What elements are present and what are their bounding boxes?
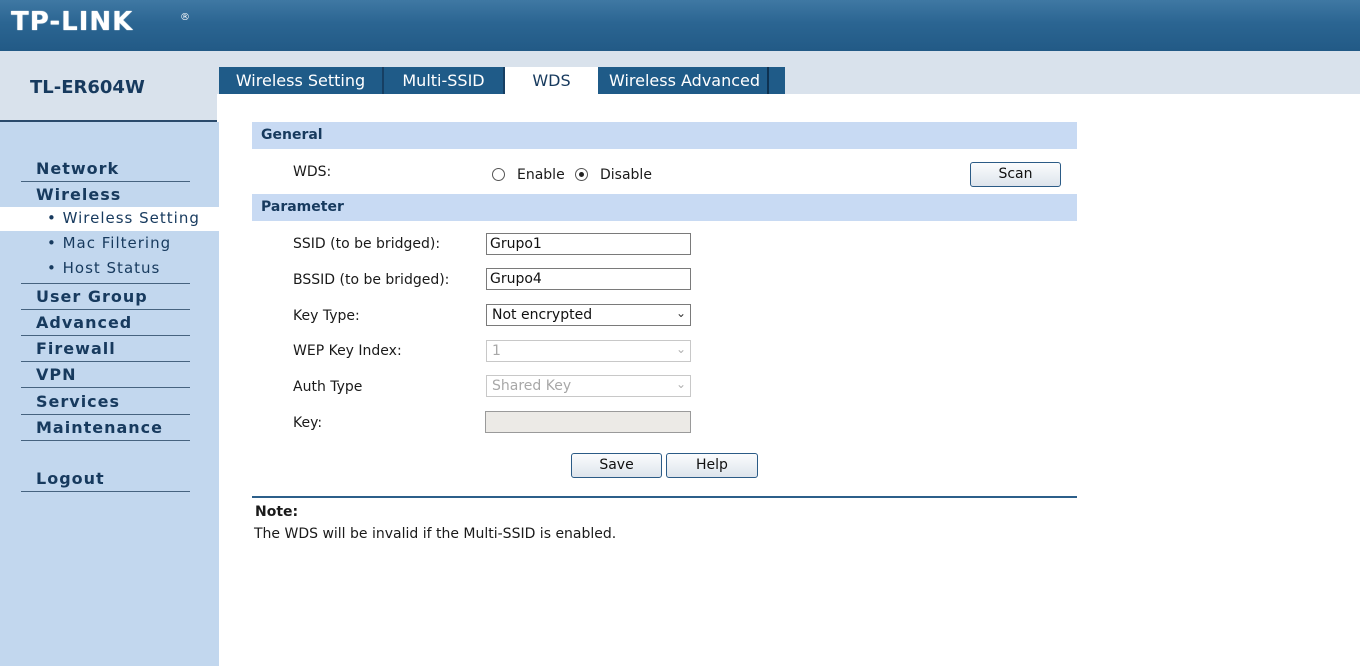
chevron-down-icon: ⌄ — [675, 377, 686, 391]
save-button[interactable]: Save — [571, 453, 662, 478]
sidebar-subitem-mac-filtering[interactable]: • Mac Filtering — [0, 232, 219, 256]
note-divider — [252, 496, 1077, 498]
chevron-down-icon: ⌄ — [675, 306, 686, 320]
ssid-label: SSID (to be bridged): — [293, 236, 441, 252]
sidebar-item-wireless[interactable]: Wireless — [21, 182, 190, 208]
sidebar-item-network[interactable]: Network — [21, 156, 190, 182]
key-type-select[interactable]: Not encrypted ⌄ — [486, 304, 691, 326]
top-banner: TP-LINK ® — [0, 0, 1360, 51]
sidebar-item-user-group[interactable]: User Group — [21, 283, 190, 310]
sidebar-item-label: Services — [36, 392, 121, 411]
section-title: Parameter — [261, 199, 344, 215]
sidebar-item-label: Logout — [36, 469, 105, 488]
wep-key-index-select[interactable]: 1 ⌄ — [486, 340, 691, 362]
sidebar-subitem-label: • Mac Filtering — [47, 234, 172, 252]
sidebar-item-label: Maintenance — [36, 418, 164, 437]
sidebar-subitem-wireless-setting[interactable]: • Wireless Setting — [0, 207, 219, 231]
sidebar-item-logout[interactable]: Logout — [21, 466, 190, 492]
tab-wireless-setting[interactable]: Wireless Setting — [219, 67, 384, 94]
registered-mark: ® — [180, 12, 190, 23]
sidebar-item-advanced[interactable]: Advanced — [21, 310, 190, 336]
sidebar-item-label: VPN — [36, 365, 77, 384]
section-parameter-header: Parameter — [252, 194, 1077, 221]
key-type-value: Not encrypted — [492, 307, 593, 323]
wep-key-index-value: 1 — [492, 343, 501, 359]
tab-wds[interactable]: WDS — [505, 67, 598, 96]
tab-multi-ssid[interactable]: Multi-SSID — [384, 67, 505, 94]
wds-disable-radio[interactable] — [575, 168, 588, 181]
key-label: Key: — [293, 415, 323, 431]
sidebar-item-label: Firewall — [36, 339, 116, 358]
model-name: TL-ER604W — [30, 77, 145, 98]
note-text: The WDS will be invalid if the Multi-SSI… — [254, 526, 617, 542]
section-general-header: General — [252, 122, 1077, 149]
wds-enable-label[interactable]: Enable — [517, 167, 565, 183]
bssid-label: BSSID (to be bridged): — [293, 272, 450, 288]
sidebar-subitem-label: • Host Status — [47, 259, 161, 277]
note-title: Note: — [255, 504, 299, 520]
sidebar-subitem-label: • Wireless Setting — [47, 209, 200, 227]
wep-key-index-label: WEP Key Index: — [293, 343, 402, 359]
sidebar-item-services[interactable]: Services — [21, 389, 190, 415]
scan-button[interactable]: Scan — [970, 162, 1061, 187]
bssid-input[interactable]: Grupo4 — [486, 268, 691, 290]
sidebar-item-label: Advanced — [36, 313, 133, 332]
sidebar-item-firewall[interactable]: Firewall — [21, 336, 190, 362]
wds-enable-radio[interactable] — [492, 168, 505, 181]
sidebar-item-label: Wireless — [36, 185, 122, 204]
sidebar-item-maintenance[interactable]: Maintenance — [21, 415, 190, 441]
sidebar-item-vpn[interactable]: VPN — [21, 362, 190, 388]
sidebar-subitem-host-status[interactable]: • Host Status — [0, 257, 219, 281]
ssid-input[interactable]: Grupo1 — [486, 233, 691, 255]
tab-bar-end — [767, 67, 769, 94]
key-input[interactable] — [485, 411, 691, 433]
auth-type-value: Shared Key — [492, 378, 572, 394]
auth-type-label: Auth Type — [293, 379, 363, 395]
sidebar-item-label: Network — [36, 159, 120, 178]
tp-link-logo: TP-LINK — [11, 7, 134, 37]
wds-disable-label[interactable]: Disable — [600, 167, 652, 183]
tab-wireless-advanced[interactable]: Wireless Advanced — [600, 67, 769, 94]
key-type-label: Key Type: — [293, 308, 360, 324]
sidebar: Network Wireless • Wireless Setting • Ma… — [0, 122, 219, 666]
section-title: General — [261, 127, 323, 143]
help-button[interactable]: Help — [666, 453, 758, 478]
auth-type-select[interactable]: Shared Key ⌄ — [486, 375, 691, 397]
chevron-down-icon: ⌄ — [675, 342, 686, 356]
sidebar-item-label: User Group — [36, 287, 148, 306]
wds-label: WDS: — [293, 164, 332, 180]
